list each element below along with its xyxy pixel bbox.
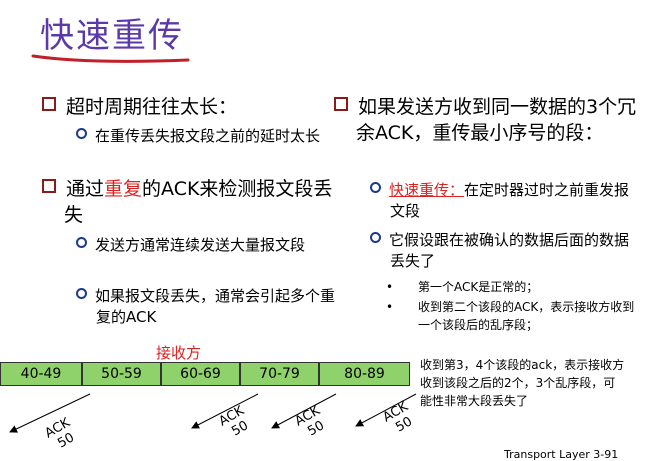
ack-arrows: ACK 50 ACK 50 ACK 50 ACK 50	[9, 393, 417, 451]
square-bullet-icon	[42, 179, 56, 193]
right-dot-2: • 收到第二个该段的ACK，表示接收方收到一个该段后的乱序段；	[386, 300, 635, 332]
circle-bullet-icon	[76, 128, 87, 139]
segment: 50-59	[82, 362, 161, 386]
left-sub-1: 在重传丢失报文段之前的延时太长	[76, 126, 336, 147]
left-bullet-1: 超时周期往往太长：	[42, 94, 282, 120]
right-dot-1: • 第一个ACK是正常的；	[386, 280, 539, 294]
right-bullet-1: 如果发送方收到同一数据的3个冗余ACK，重传最小序号的段：	[334, 94, 646, 146]
footer-page-number: Transport Layer 3-91	[504, 448, 619, 461]
left-sub-2: 发送方通常连续发送大量报文段	[76, 235, 336, 256]
right-sub-1: 快速重传：在定时器过时之前重发报文段	[370, 180, 630, 222]
title-underline	[31, 54, 190, 63]
segment: 70-79	[240, 362, 319, 386]
left-bullet-2: 通过重复的ACK来检测报文段丢失	[42, 176, 334, 228]
square-bullet-icon	[42, 97, 56, 111]
circle-bullet-icon	[370, 232, 381, 243]
left-sub-3: 如果报文段丢失，通常会引起多个重复的ACK	[76, 286, 336, 328]
circle-bullet-icon	[76, 288, 87, 299]
square-bullet-icon	[334, 97, 348, 111]
right-dot-3: 收到第3，4个该段的ack，表示接收方收到该段之后的2个，3个乱序段，可能性非常…	[420, 358, 625, 408]
segment-row: 40-49 50-59 60-69 70-79 80-89	[0, 362, 410, 388]
right-sub-2: 它假设跟在被确认的数据后面的数据丢失了	[370, 230, 630, 272]
segment: 80-89	[319, 362, 410, 386]
segment: 60-69	[161, 362, 240, 386]
circle-bullet-icon	[370, 182, 381, 193]
circle-bullet-icon	[76, 237, 87, 248]
segment: 40-49	[0, 362, 82, 386]
receiver-label: 接收方	[156, 344, 202, 362]
